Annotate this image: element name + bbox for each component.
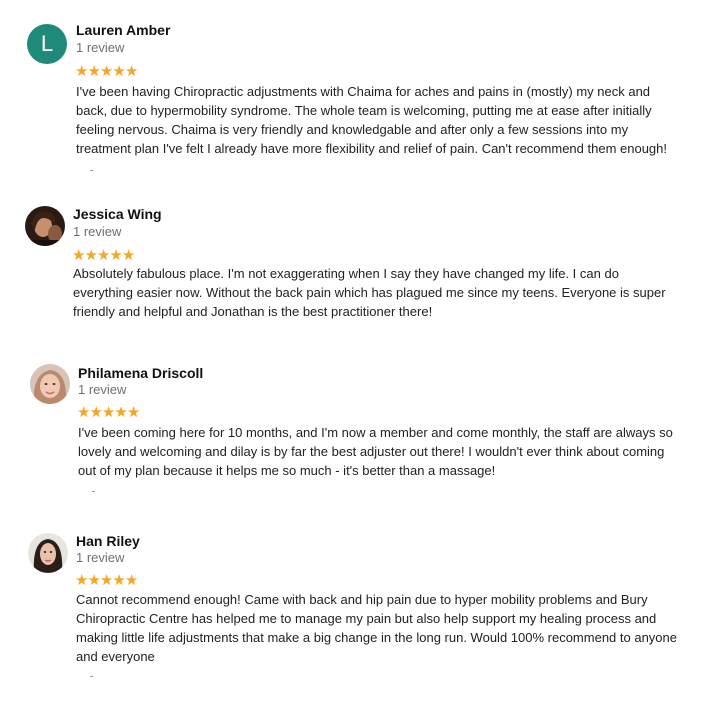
star-icon: ★ [75, 63, 88, 80]
review-text-line: lovely and welcoming and dilay is by far… [78, 444, 665, 459]
star-icon: ★ [87, 572, 100, 589]
review-text: Absolutely fabulous place. I'm not exagg… [73, 264, 666, 321]
star-icon: ★ [72, 247, 85, 264]
star-icon: ★ [89, 404, 102, 421]
review-card: Han Riley 1 review ★★★★★ Cannot recommen… [0, 515, 720, 704]
review-text-line: feeling nervous. Chaima is very friendly… [76, 122, 629, 137]
review-card: L Lauren Amber 1 review ★★★★★ I've been … [0, 0, 720, 185]
review-count: 1 review [76, 40, 125, 55]
star-icon: ★ [99, 572, 113, 589]
star-rating: ★★★★★ [75, 572, 138, 589]
review-card: Philamena Driscoll 1 review ★★★★★ I've b… [0, 345, 720, 515]
review-text: Cannot recommend enough! Came with back … [76, 590, 677, 666]
user-photo-icon [30, 364, 70, 404]
reviewer-name[interactable]: Lauren Amber [76, 22, 170, 38]
review-text-line: and everyone [76, 649, 155, 664]
review-text: I've been coming here for 10 months, and… [78, 423, 673, 480]
review-text-line: out of my plan because it helps me so mu… [78, 463, 496, 478]
star-rating: ★★★★★ [72, 247, 135, 264]
user-photo-icon [28, 533, 68, 573]
star-rating: ★★★★★ [77, 404, 140, 421]
review-text-line: Chiropractic Centre has helped me to man… [76, 611, 657, 626]
star-icon: ★ [124, 572, 138, 589]
star-icon: ★ [126, 404, 140, 421]
divider [92, 491, 95, 492]
avatar[interactable] [25, 206, 65, 246]
review-text-line: Absolutely fabulous place. I'm not exagg… [73, 266, 619, 281]
review-count: 1 review [76, 550, 125, 565]
divider [90, 170, 93, 171]
reviewer-name[interactable]: Philamena Driscoll [78, 365, 203, 381]
review-text-line: friendly and helpful and Jonathan is the… [73, 304, 433, 319]
review-card: Jessica Wing 1 review ★★★★★ Absolutely f… [0, 185, 720, 345]
star-icon: ★ [121, 247, 135, 264]
divider [90, 676, 93, 677]
avatar[interactable]: L [27, 24, 67, 64]
review-count: 1 review [78, 382, 127, 397]
star-rating: ★★★★★ [75, 63, 138, 80]
star-icon: ★ [114, 404, 127, 421]
reviewer-name[interactable]: Jessica Wing [73, 206, 162, 222]
review-text-line: Cannot recommend enough! Came with back … [76, 592, 648, 607]
review-text-line: I've been coming here for 10 months, and… [78, 425, 673, 440]
star-icon: ★ [77, 404, 90, 421]
star-icon: ★ [99, 63, 113, 80]
star-icon: ★ [84, 247, 97, 264]
review-text-line: making little life adjustments that make… [76, 630, 677, 645]
review-text: I've been having Chiropractic adjustment… [76, 82, 667, 158]
avatar[interactable] [28, 533, 68, 573]
reviewer-name[interactable]: Han Riley [76, 533, 140, 549]
star-icon: ★ [87, 63, 100, 80]
star-icon: ★ [109, 247, 122, 264]
star-icon: ★ [101, 404, 115, 421]
star-icon: ★ [124, 63, 138, 80]
star-icon: ★ [112, 63, 125, 80]
review-text-line: treatment plan I've felt I already have … [76, 141, 667, 156]
review-text-line: back, due to hypermobility syndrome. The… [76, 103, 652, 118]
avatar[interactable] [30, 364, 70, 404]
review-count: 1 review [73, 224, 122, 239]
review-text-line: I've been having Chiropractic adjustment… [76, 84, 651, 99]
star-icon: ★ [75, 572, 88, 589]
user-photo-icon [25, 206, 65, 246]
star-icon: ★ [112, 572, 125, 589]
star-icon: ★ [96, 247, 110, 264]
review-text-line: everything easier now. Without the back … [73, 285, 666, 300]
